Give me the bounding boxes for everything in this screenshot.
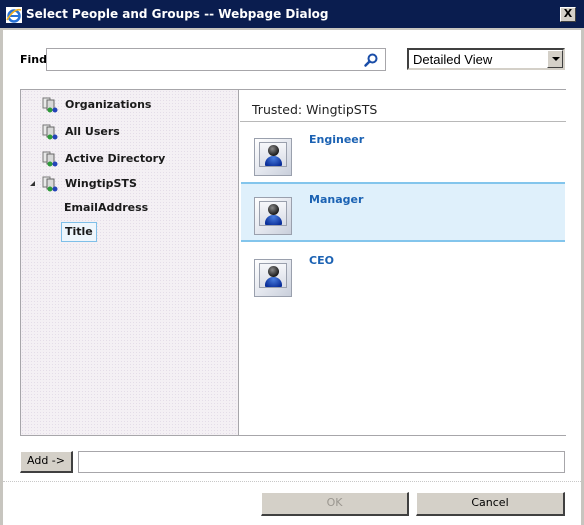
expand-triangle-icon[interactable] — [30, 181, 35, 186]
footer-divider — [3, 481, 581, 482]
find-input[interactable] — [47, 49, 357, 69]
result-name: CEO — [309, 254, 334, 267]
tree-child-title[interactable]: Title — [61, 222, 97, 242]
tree-child-emailaddress[interactable]: EmailAddress — [61, 198, 151, 218]
result-name: Engineer — [309, 133, 365, 146]
tree-item-label: WingtipSTS — [65, 177, 137, 190]
chevron-down-icon[interactable] — [547, 50, 563, 68]
user-icon — [254, 138, 292, 176]
internet-explorer-icon — [6, 7, 22, 23]
tree-item-label: Active Directory — [65, 152, 166, 165]
results-header: Trusted: WingtipSTS — [240, 98, 566, 122]
view-select-value: Detailed View — [413, 52, 493, 67]
title-bar: Select People and Groups -- Webpage Dial… — [0, 0, 584, 30]
close-icon: X — [563, 7, 573, 20]
tree-item-label: All Users — [65, 125, 120, 138]
user-icon — [254, 259, 292, 297]
directory-icon — [42, 97, 58, 113]
directory-tree: Organizations All Users Active Directory — [21, 90, 239, 435]
results-pane: Trusted: WingtipSTS Engineer Manager CEO — [240, 90, 566, 435]
picker-panel: Organizations All Users Active Directory — [20, 89, 566, 436]
search-icon[interactable] — [363, 52, 379, 68]
results-header-text: Trusted: WingtipSTS — [252, 102, 378, 117]
add-button[interactable]: Add -> — [20, 451, 73, 473]
user-icon — [254, 197, 292, 235]
selected-entities-field[interactable] — [78, 451, 565, 473]
view-select[interactable]: Detailed View — [407, 48, 565, 70]
result-item-ceo[interactable]: CEO — [241, 244, 565, 304]
result-item-manager[interactable]: Manager — [241, 182, 565, 242]
ok-button[interactable]: OK — [261, 492, 409, 516]
cancel-button[interactable]: Cancel — [416, 492, 565, 516]
close-button[interactable]: X — [560, 7, 576, 22]
directory-icon — [42, 151, 58, 167]
selected-entities-input[interactable] — [79, 452, 564, 472]
directory-icon — [42, 124, 58, 140]
tree-item-label: Organizations — [65, 98, 152, 111]
directory-icon — [42, 176, 58, 192]
result-item-engineer[interactable]: Engineer — [241, 123, 565, 183]
find-label: Find — [20, 53, 47, 66]
find-field[interactable] — [46, 48, 386, 71]
window-title: Select People and Groups -- Webpage Dial… — [26, 7, 329, 21]
result-name: Manager — [309, 193, 364, 206]
